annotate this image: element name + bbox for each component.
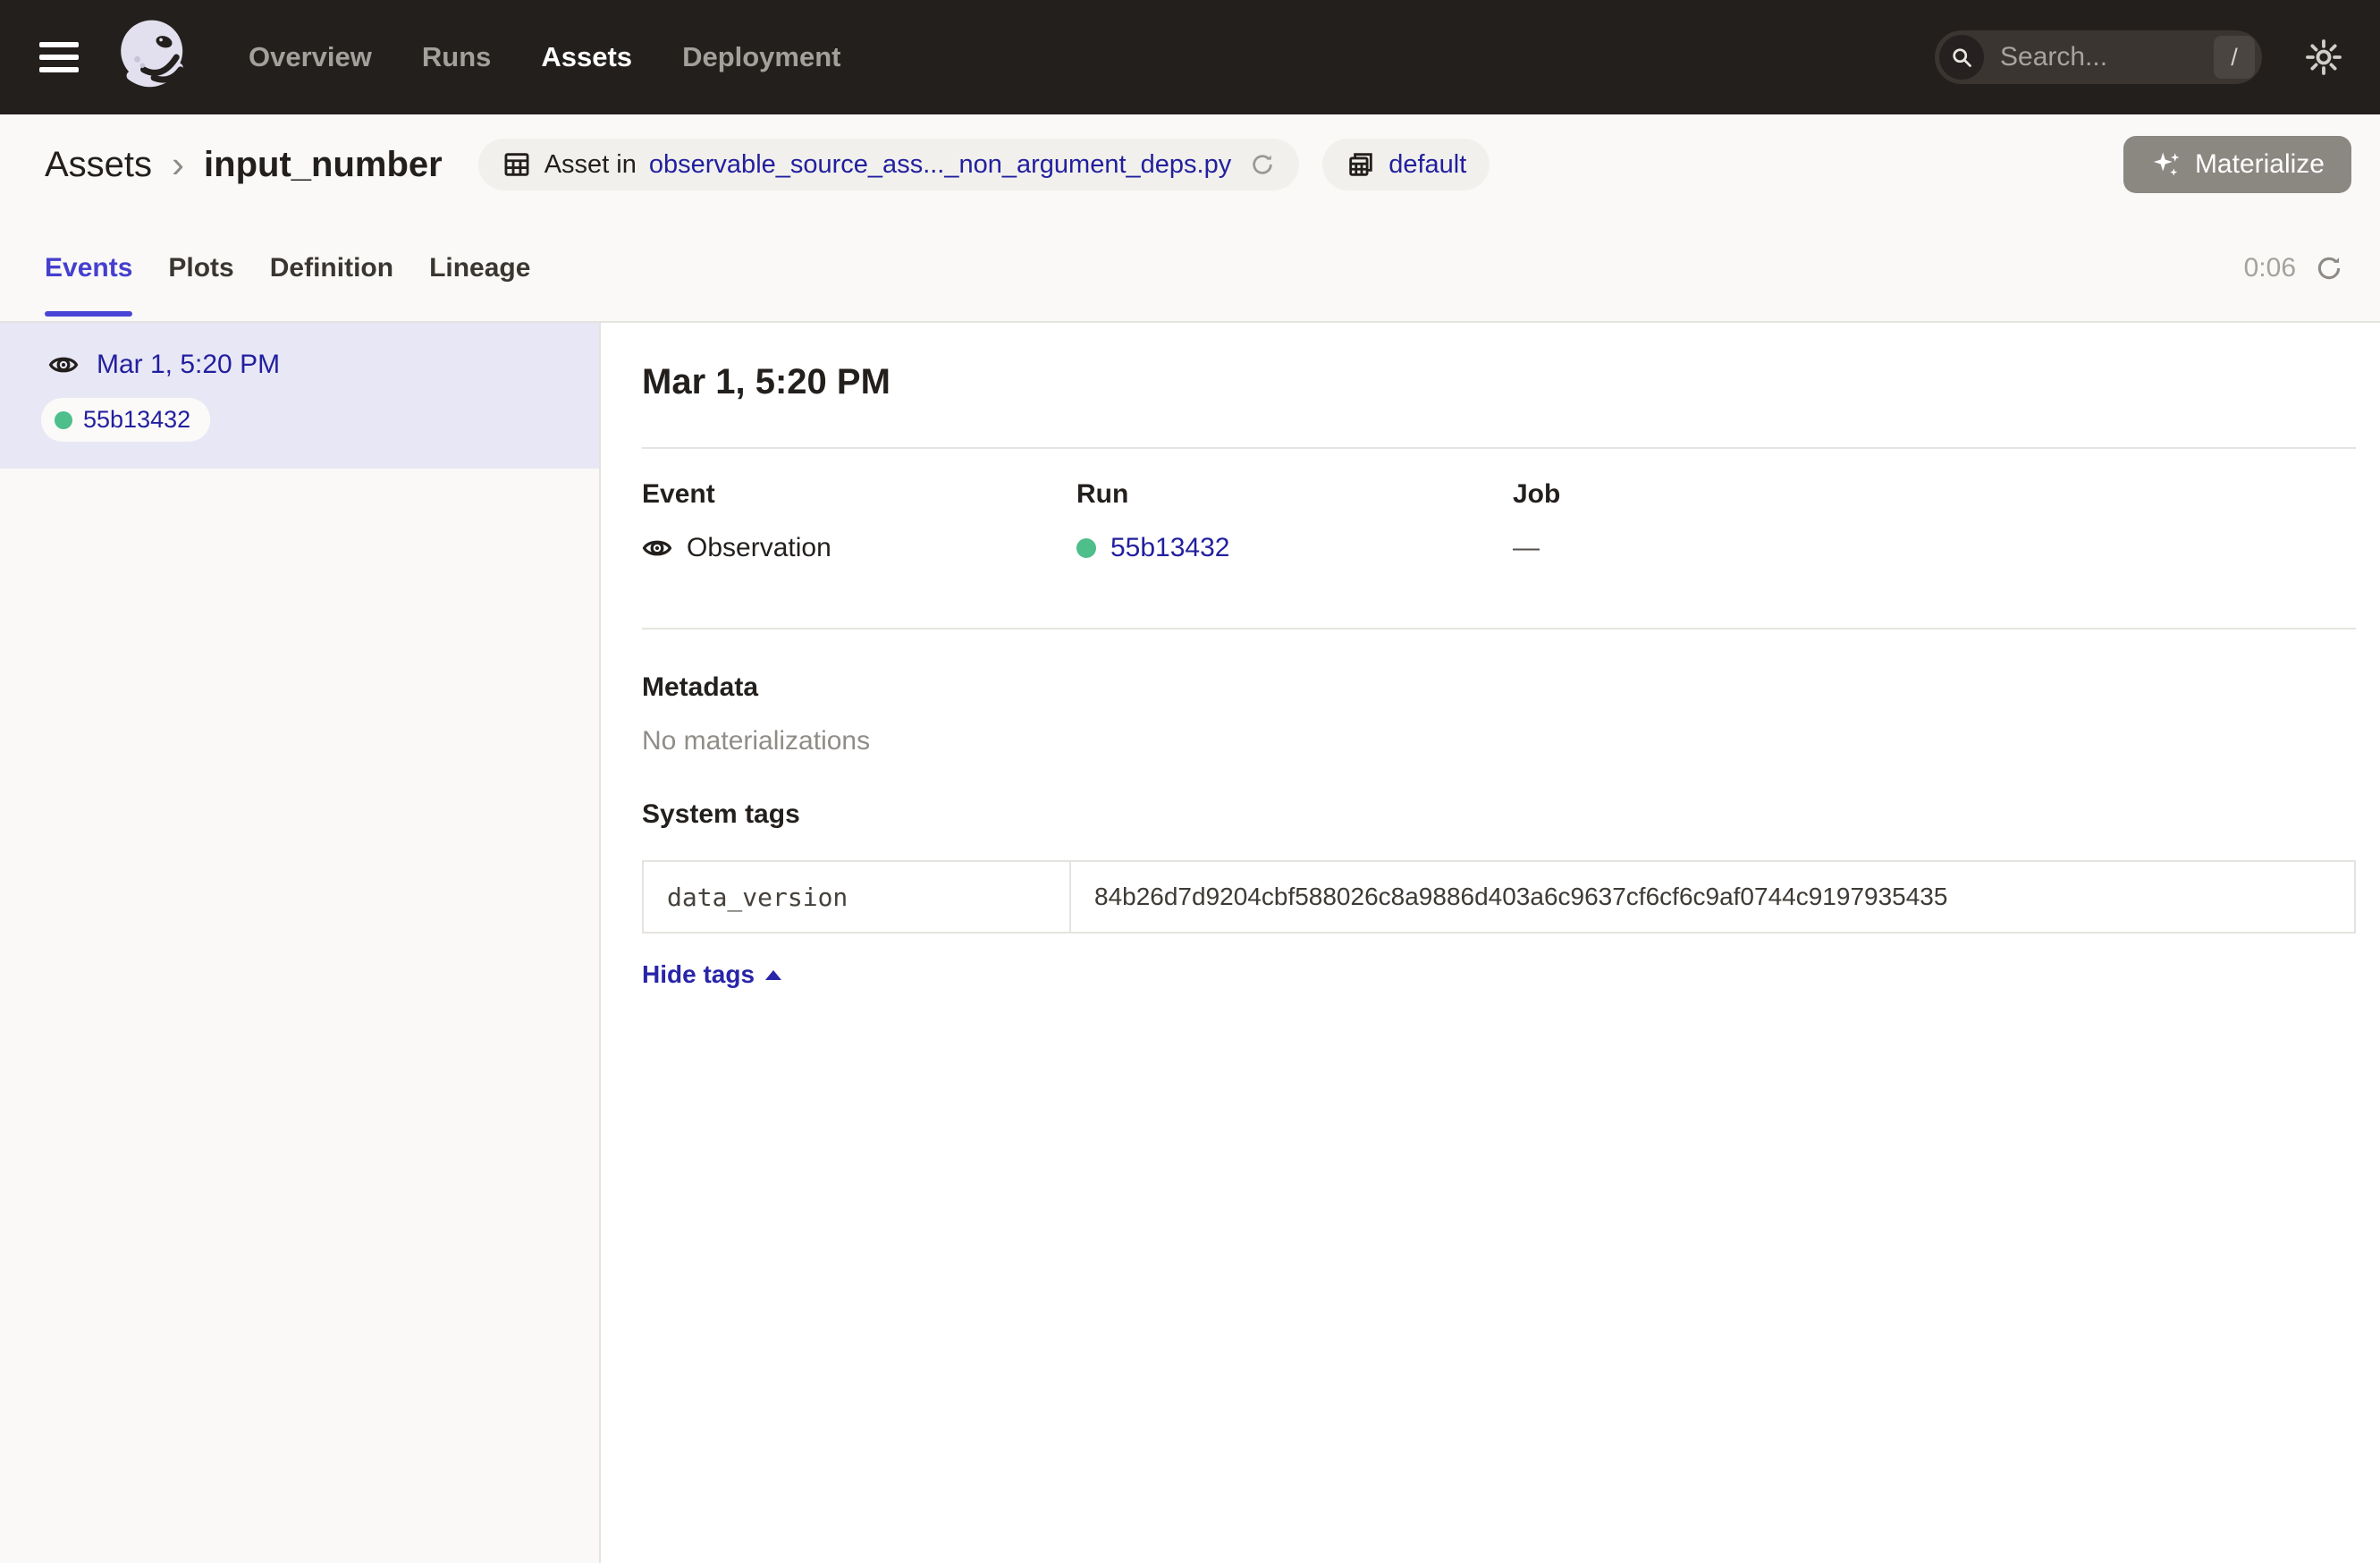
run-link[interactable]: 55b13432: [1110, 533, 1229, 563]
breadcrumb-separator: ›: [172, 143, 184, 186]
repo-badge[interactable]: default: [1322, 139, 1490, 190]
tab-events[interactable]: Events: [45, 215, 132, 321]
refresh-icon: [1249, 151, 1276, 178]
content-area: Mar 1, 5:20 PM 55b13432 Mar 1, 5:20 PM E…: [0, 323, 2380, 1563]
hamburger-icon: [39, 67, 79, 72]
search-input[interactable]: Search... /: [1935, 30, 2262, 84]
top-nav: Overview Runs Assets Deployment Search..…: [0, 0, 2380, 114]
asset-tabs-row: Events Plots Definition Lineage 0:06: [0, 215, 2380, 323]
refresh-countdown: 0:06: [2244, 253, 2296, 283]
metadata-heading: Metadata: [642, 672, 2356, 703]
repo-link[interactable]: default: [1388, 150, 1466, 180]
hamburger-menu-button[interactable]: [39, 42, 89, 72]
tab-lineage-label: Lineage: [429, 253, 530, 283]
materialize-button[interactable]: Materialize: [2123, 136, 2351, 193]
run-status-dot: [1076, 538, 1096, 558]
refresh-button[interactable]: [2314, 253, 2344, 283]
workspace-icon: [1346, 149, 1376, 180]
primary-nav: Overview Runs Assets Deployment: [249, 41, 840, 73]
reload-definition-button[interactable]: [1249, 151, 1276, 178]
run-status-dot: [55, 411, 72, 429]
refresh-timer-area: 0:06: [2244, 253, 2344, 283]
event-type-value: Observation: [642, 533, 1076, 563]
system-tags-heading: System tags: [642, 799, 2356, 830]
dagster-logo[interactable]: [113, 16, 195, 98]
hide-tags-link[interactable]: Hide tags: [642, 960, 781, 989]
dagster-octopus-icon: [113, 16, 195, 98]
run-id-label: 55b13432: [83, 406, 190, 434]
event-summary-columns: Event Run Job Observation 55b13432 —: [642, 479, 2356, 563]
hide-tags-label: Hide tags: [642, 960, 755, 989]
search-shortcut-badge: /: [2214, 36, 2255, 79]
tag-key-cell: data_version: [643, 861, 1070, 933]
search-placeholder: Search...: [2000, 42, 2214, 72]
asset-file-link[interactable]: observable_source_ass..._non_argument_de…: [649, 150, 1231, 180]
event-title: Mar 1, 5:20 PM: [642, 362, 2356, 402]
hamburger-icon: [39, 42, 79, 47]
search-icon: [1949, 45, 1974, 70]
tag-value-cell: 84b26d7d9204cbf588026c8a9886d403a6c9637c…: [1070, 861, 2355, 933]
breadcrumb-row: Assets › input_number Asset in observabl…: [0, 114, 2380, 215]
table-icon: [502, 149, 532, 180]
refresh-icon: [2314, 253, 2344, 283]
tab-events-label: Events: [45, 253, 132, 283]
tab-definition[interactable]: Definition: [270, 215, 393, 321]
sparkles-icon: [2150, 148, 2182, 181]
tab-plots-label: Plots: [168, 253, 233, 283]
breadcrumb-assets-link[interactable]: Assets: [45, 145, 152, 185]
gear-icon: [2303, 37, 2344, 78]
table-row: data_version 84b26d7d9204cbf588026c8a988…: [643, 861, 2355, 933]
caret-up-icon: [765, 970, 781, 980]
active-tab-underline: [45, 311, 132, 317]
tab-lineage[interactable]: Lineage: [429, 215, 530, 321]
tab-definition-label: Definition: [270, 253, 393, 283]
divider: [642, 447, 2356, 449]
job-value: —: [1513, 533, 2356, 563]
materialize-label: Materialize: [2195, 149, 2325, 180]
event-column-label: Event: [642, 479, 1076, 510]
search-icon-circle: [1939, 35, 1984, 80]
observation-eye-icon: [48, 350, 79, 380]
observation-eye-icon: [642, 533, 672, 563]
divider: [642, 628, 2356, 629]
event-detail-panel: Mar 1, 5:20 PM Event Run Job Observation…: [601, 323, 2380, 1563]
nav-item-deployment[interactable]: Deployment: [682, 41, 840, 73]
asset-in-text: Asset in: [544, 150, 637, 180]
job-column-label: Job: [1513, 479, 2356, 510]
nav-item-runs[interactable]: Runs: [422, 41, 492, 73]
metadata-empty-text: No materializations: [642, 726, 2356, 756]
event-list-sidebar: Mar 1, 5:20 PM 55b13432: [0, 323, 601, 1563]
tab-plots[interactable]: Plots: [168, 215, 233, 321]
page-title-asset-name: input_number: [204, 145, 443, 185]
settings-button[interactable]: [2303, 37, 2344, 78]
hamburger-icon: [39, 55, 79, 60]
event-type-label: Observation: [687, 533, 831, 563]
nav-item-overview[interactable]: Overview: [249, 41, 372, 73]
asset-definition-badge: Asset in observable_source_ass..._non_ar…: [478, 139, 1300, 190]
run-badge[interactable]: 55b13432: [41, 398, 210, 442]
nav-item-assets[interactable]: Assets: [541, 41, 632, 73]
event-date-link[interactable]: Mar 1, 5:20 PM: [97, 350, 280, 380]
event-list-item[interactable]: Mar 1, 5:20 PM 55b13432: [0, 323, 599, 469]
run-column-label: Run: [1076, 479, 1513, 510]
run-value: 55b13432: [1076, 533, 1513, 563]
system-tags-table: data_version 84b26d7d9204cbf588026c8a988…: [642, 860, 2356, 934]
